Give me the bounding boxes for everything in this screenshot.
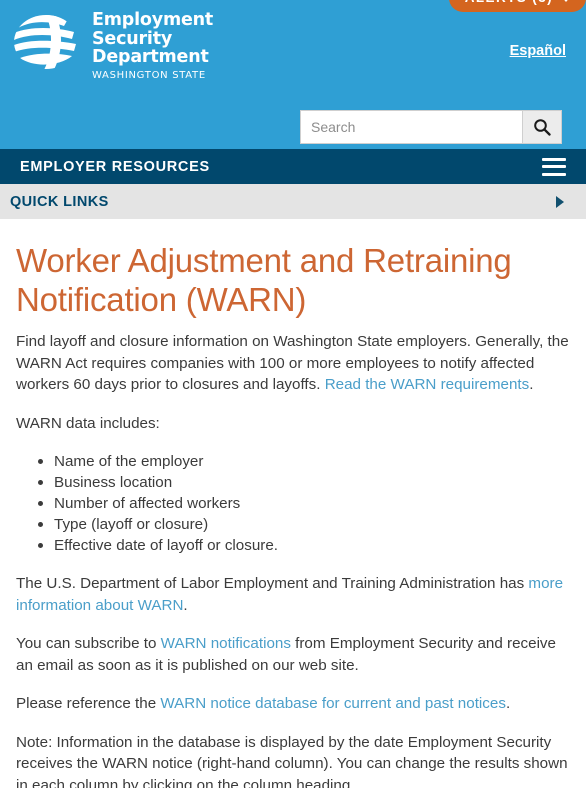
database-text-post: .	[505, 695, 511, 712]
search-icon	[534, 119, 551, 136]
primary-nav-bar: EMPLOYER RESOURCES	[0, 149, 586, 184]
dol-text-post: .	[183, 596, 188, 614]
warn-notice-database-link[interactable]: WARN notice database for current and pas…	[160, 695, 506, 712]
list-item: Type (layoff or closure)	[38, 514, 570, 535]
quick-links-bar[interactable]: QUICK LINKS	[0, 184, 586, 219]
search-button[interactable]	[522, 110, 562, 144]
warn-requirements-link[interactable]: Read the WARN requirements	[325, 376, 530, 393]
warn-notifications-link[interactable]: WARN notifications	[161, 635, 291, 652]
subscribe-paragraph: You can subscribe to WARN notifications …	[16, 633, 570, 676]
nav-title[interactable]: EMPLOYER RESOURCES	[20, 159, 210, 175]
logo-subtitle: WASHINGTON STATE	[92, 69, 206, 81]
esd-globe-logo-icon	[14, 15, 76, 69]
warn-data-list: Name of the employer Business location N…	[16, 451, 570, 556]
list-item: Name of the employer	[38, 451, 570, 472]
logo-wordmark: Employment Security Department WASHINGTO…	[92, 8, 213, 82]
list-item: Effective date of layoff or closure.	[38, 535, 570, 556]
intro-text-post: .	[529, 376, 534, 393]
page-title: Worker Adjustment and Retraining Notific…	[16, 242, 512, 318]
hamburger-bar	[542, 172, 566, 176]
quick-links-label: QUICK LINKS	[10, 193, 109, 210]
hamburger-menu-icon[interactable]	[542, 157, 566, 176]
subscribe-text-pre: You can subscribe to	[16, 635, 161, 652]
list-item: Business location	[38, 472, 570, 493]
database-paragraph: Please reference the WARN notice databas…	[16, 693, 570, 715]
database-text-pre: Please reference the	[16, 695, 161, 712]
search-bar	[300, 110, 562, 144]
hamburger-bar	[542, 165, 566, 168]
site-header: ALERTS (3) Employment Security Departmen…	[0, 0, 586, 149]
logo-line-3: Department	[92, 47, 209, 67]
alerts-button[interactable]: ALERTS (3)	[448, 0, 586, 12]
hamburger-bar	[542, 157, 566, 161]
espanol-link[interactable]: Español	[510, 43, 566, 59]
list-item: Number of affected workers	[38, 493, 570, 514]
logo-line-2: Security	[92, 28, 173, 49]
intro-paragraph: Find layoff and closure information on W…	[16, 331, 570, 396]
alerts-label: ALERTS (3)	[465, 0, 553, 12]
logo-line-1: Employment	[92, 10, 214, 30]
site-logo[interactable]: Employment Security Department WASHINGTO…	[12, 8, 213, 82]
dol-paragraph: The U.S. Department of Labor Employment …	[16, 573, 570, 616]
main-content: Worker Adjustment and Retraining Notific…	[0, 219, 586, 788]
search-input[interactable]	[300, 110, 522, 144]
chevron-down-icon	[560, 0, 572, 2]
dol-text-pre: The U.S. Department of Labor Employment …	[16, 575, 529, 592]
chevron-right-icon	[556, 195, 564, 208]
data-includes-label: WARN data includes:	[16, 414, 160, 432]
note-paragraph: Note: Information in the database is dis…	[16, 733, 568, 788]
